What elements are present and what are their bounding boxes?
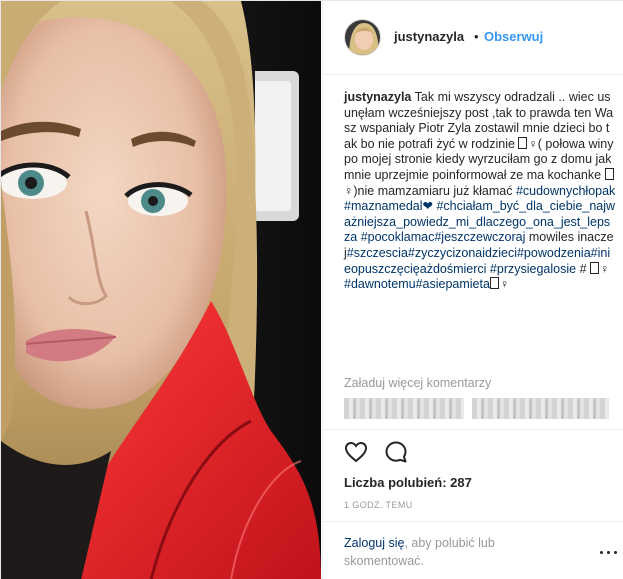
- selfie-image: [1, 1, 321, 579]
- login-link[interactable]: Zaloguj się: [344, 536, 404, 550]
- follow-button[interactable]: Obserwuj: [484, 29, 543, 44]
- caption-username[interactable]: justynazyla: [344, 90, 411, 104]
- hashtag-link[interactable]: #dawnotemu#asiepamieta: [344, 277, 490, 291]
- post-sidebar: justynazyla • Obserwuj justynazyla Tak m…: [322, 1, 623, 579]
- unsupported-glyph-icon: [604, 167, 614, 180]
- separator-dot: •: [474, 29, 479, 44]
- female-sign-icon: ♀: [600, 261, 610, 276]
- more-options-icon[interactable]: [599, 548, 619, 558]
- hashtag-link[interactable]: #przysiegalosie: [490, 262, 576, 276]
- login-text: Zaloguj się, aby polubić lub skomentować…: [344, 534, 564, 570]
- hashtag-link[interactable]: #maznamedal❤: [344, 199, 433, 213]
- caption-text: )nie mamzamiaru już kłamać: [353, 183, 513, 198]
- blurred-comment: [344, 398, 609, 419]
- heart-outline-icon[interactable]: [344, 440, 368, 464]
- female-sign-icon: ♀: [528, 136, 538, 151]
- load-more-comments-link[interactable]: Załaduj więcej komentarzy: [344, 376, 491, 390]
- hashtag-link[interactable]: #cudownychłopak: [516, 184, 615, 198]
- post-photo[interactable]: [1, 1, 321, 579]
- female-sign-icon: ♀: [499, 277, 510, 292]
- header-username[interactable]: justynazyla: [394, 29, 464, 44]
- avatar-image: [345, 20, 380, 55]
- avatar[interactable]: [344, 19, 381, 56]
- likes-count[interactable]: Liczba polubień: 287: [344, 475, 472, 490]
- unsupported-glyph-icon: [489, 277, 499, 290]
- post-timestamp[interactable]: 1 GODZ. TEMU: [344, 500, 413, 510]
- unsupported-glyph-icon: [518, 136, 528, 149]
- caption-text: #: [579, 261, 587, 276]
- hashtag-link[interactable]: #pocoklamac#jeszczewczoraj: [361, 230, 526, 244]
- female-sign-icon: ♀: [344, 183, 354, 198]
- speech-bubble-icon[interactable]: [384, 440, 408, 464]
- instagram-post: justynazyla • Obserwuj justynazyla Tak m…: [0, 0, 623, 579]
- login-prompt: Zaloguj się, aby polubić lub skomentować…: [323, 521, 623, 579]
- post-caption: justynazyla Tak mi wszyscy odradzali .. …: [344, 90, 616, 293]
- action-bar: [323, 429, 623, 469]
- unsupported-glyph-icon: [590, 261, 600, 274]
- post-header: justynazyla • Obserwuj: [323, 1, 623, 75]
